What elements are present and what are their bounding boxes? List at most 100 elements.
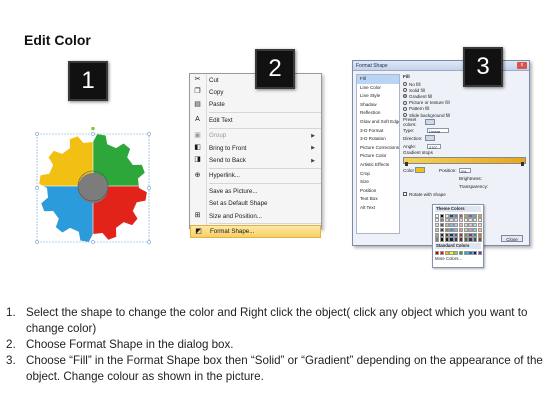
radio-button[interactable]	[403, 82, 407, 87]
position-input[interactable]: 0%	[458, 167, 471, 174]
radio-button[interactable]	[403, 100, 407, 105]
theme-color-swatch[interactable]	[435, 223, 440, 228]
theme-color-swatch[interactable]	[449, 213, 454, 218]
gradient-stops-bar[interactable]	[403, 157, 526, 167]
theme-color-swatch[interactable]	[454, 218, 459, 223]
theme-color-swatch[interactable]	[458, 232, 464, 237]
standard-color-swatch[interactable]	[439, 250, 444, 255]
nav-item-text-box[interactable]: Text Box	[357, 195, 399, 204]
theme-color-swatch[interactable]	[473, 218, 478, 223]
nav-item-crop[interactable]: Crop	[357, 170, 399, 179]
menu-item-hyperlink[interactable]: ⊕ Hyperlink...	[190, 170, 321, 182]
theme-color-swatch[interactable]	[439, 227, 444, 233]
theme-color-swatch[interactable]	[458, 213, 464, 218]
theme-color-swatch[interactable]	[473, 232, 478, 237]
nav-item-fill[interactable]: Fill	[357, 75, 399, 84]
theme-color-swatch[interactable]	[458, 218, 464, 223]
theme-color-swatch[interactable]	[478, 218, 483, 223]
theme-color-swatch[interactable]	[473, 213, 478, 218]
theme-color-swatch[interactable]	[454, 237, 459, 242]
theme-color-swatch[interactable]	[458, 237, 464, 242]
theme-color-swatch[interactable]	[444, 232, 449, 237]
theme-color-swatch[interactable]	[468, 218, 473, 223]
theme-color-swatch[interactable]	[478, 227, 483, 233]
theme-color-swatch[interactable]	[463, 237, 468, 242]
nav-item-3-d-format[interactable]: 3-D Format	[357, 127, 399, 136]
theme-color-swatch[interactable]	[444, 218, 449, 223]
nav-item-glow-and-soft-edges[interactable]: Glow and Soft Edges	[357, 118, 399, 127]
nav-item-artistic-effects[interactable]: Artistic Effects	[357, 161, 399, 170]
preset-colors-button[interactable]	[425, 119, 435, 126]
standard-color-swatch[interactable]	[449, 250, 454, 255]
theme-color-swatch[interactable]	[435, 213, 440, 218]
theme-color-swatch[interactable]	[458, 223, 464, 228]
standard-color-swatch[interactable]	[478, 250, 483, 255]
theme-color-swatch[interactable]	[439, 232, 444, 237]
theme-color-swatch[interactable]	[463, 232, 468, 237]
theme-color-swatch[interactable]	[454, 213, 459, 218]
gradient-stop-handle[interactable]	[405, 162, 408, 167]
standard-color-swatch[interactable]	[435, 250, 440, 255]
theme-color-swatch[interactable]	[458, 227, 464, 233]
theme-color-swatch[interactable]	[439, 213, 444, 218]
menu-item-send-to-back[interactable]: ◨ Send to Back ▶	[190, 154, 321, 166]
menu-item-save-as-picture[interactable]: Save as Picture...	[190, 185, 321, 197]
menu-item-format-shape[interactable]: ◩ Format Shape...	[190, 225, 321, 238]
theme-color-swatch[interactable]	[454, 223, 459, 228]
theme-color-swatch[interactable]	[449, 232, 454, 237]
theme-color-swatch[interactable]	[478, 223, 483, 228]
nav-item-reflection[interactable]: Reflection	[357, 109, 399, 118]
theme-color-swatch[interactable]	[449, 223, 454, 228]
gradient-stop-handle[interactable]	[521, 162, 524, 167]
theme-color-swatch[interactable]	[468, 227, 473, 233]
theme-color-swatch[interactable]	[468, 213, 473, 218]
theme-color-swatch[interactable]	[449, 237, 454, 242]
theme-color-swatch[interactable]	[439, 218, 444, 223]
nav-item-3-d-rotation[interactable]: 3-D Rotation	[357, 135, 399, 144]
theme-color-swatch[interactable]	[435, 232, 440, 237]
type-select[interactable]: Linear	[427, 127, 449, 134]
theme-color-swatch[interactable]	[444, 213, 449, 218]
theme-color-swatch[interactable]	[473, 227, 478, 233]
rotate-checkbox[interactable]	[403, 192, 407, 197]
theme-color-swatch[interactable]	[444, 237, 449, 242]
puzzle-gear-shape[interactable]	[34, 127, 152, 245]
theme-color-swatch[interactable]	[454, 232, 459, 237]
nav-item-line-style[interactable]: Line Style	[357, 92, 399, 101]
nav-item-picture-corrections[interactable]: Picture Corrections	[357, 144, 399, 153]
standard-color-swatch[interactable]	[444, 250, 449, 255]
theme-color-swatch[interactable]	[435, 237, 440, 242]
radio-button[interactable]	[403, 88, 407, 93]
theme-color-swatch[interactable]	[468, 223, 473, 228]
menu-item-edit-text[interactable]: A Edit Text	[190, 114, 321, 126]
theme-color-swatch[interactable]	[463, 218, 468, 223]
theme-color-swatch[interactable]	[454, 227, 459, 233]
nav-item-line-color[interactable]: Line Color	[357, 84, 399, 93]
theme-color-swatch[interactable]	[463, 213, 468, 218]
theme-color-swatch[interactable]	[435, 227, 440, 233]
menu-item-size-and-position[interactable]: ⊞ Size and Position...	[190, 210, 321, 222]
direction-button[interactable]	[425, 135, 435, 142]
radio-button[interactable]	[403, 106, 407, 111]
radio-button[interactable]	[403, 94, 407, 99]
close-button[interactable]: Close	[501, 235, 523, 242]
theme-color-swatch[interactable]	[473, 223, 478, 228]
theme-color-swatch[interactable]	[444, 223, 449, 228]
theme-color-swatch[interactable]	[435, 218, 440, 223]
standard-color-swatch[interactable]	[463, 250, 468, 255]
theme-color-swatch[interactable]	[449, 218, 454, 223]
theme-color-swatch[interactable]	[439, 237, 444, 242]
theme-color-swatch[interactable]	[473, 237, 478, 242]
theme-color-swatch[interactable]	[478, 232, 483, 237]
more-colors-option[interactable]: More Colors...	[435, 256, 481, 261]
theme-color-swatch[interactable]	[463, 227, 468, 233]
menu-item-paste[interactable]: ▤ Paste	[190, 99, 321, 111]
color-picker-button[interactable]	[415, 167, 425, 174]
standard-color-swatch[interactable]	[454, 250, 459, 255]
theme-color-swatch[interactable]	[468, 237, 473, 242]
menu-item-set-as-default-shape[interactable]: Set as Default Shape	[190, 198, 321, 210]
menu-item-bring-to-front[interactable]: ◧ Bring to Front ▶	[190, 142, 321, 154]
theme-color-swatch[interactable]	[478, 237, 483, 242]
theme-color-swatch[interactable]	[444, 227, 449, 233]
angle-input[interactable]: 270°	[427, 143, 441, 150]
